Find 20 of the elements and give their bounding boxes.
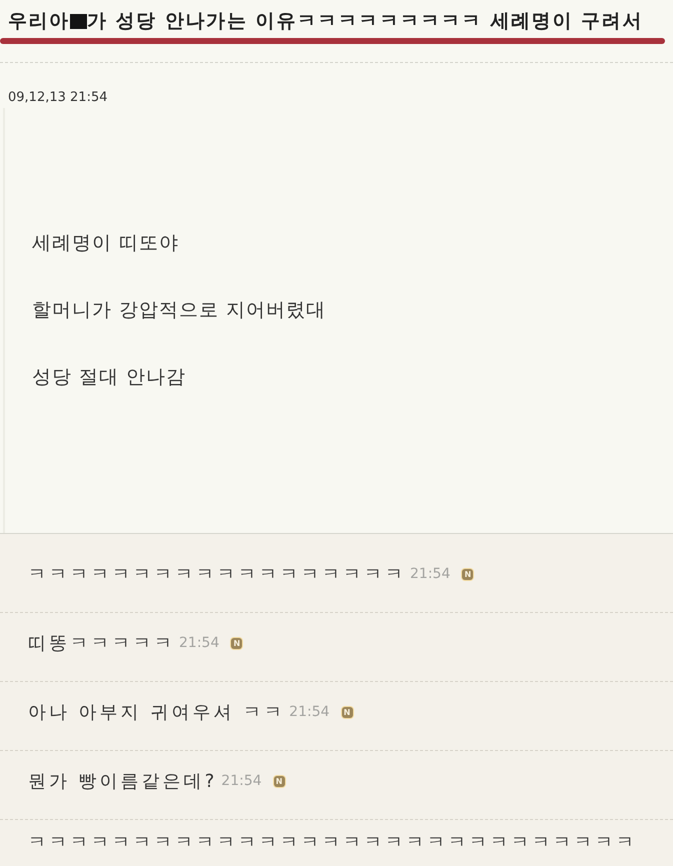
comment-time: 21:54 — [179, 635, 220, 651]
comment-text: 뭔가 빵이름같은데? — [28, 770, 218, 793]
comment-text: ㅋㅋㅋㅋㅋㅋㅋㅋㅋㅋㅋㅋㅋㅋㅋㅋㅋㅋ — [28, 563, 406, 586]
comment-time: 21:54 — [410, 566, 450, 582]
comment-text: 아나 아부지 귀여우셔 ㅋㅋ — [28, 701, 286, 724]
body-text: 할머니가 강압적으로 지어버렸대 — [32, 299, 326, 321]
new-badge: N — [274, 776, 285, 786]
post-title: 가 성당 안나가는 이유ㅋㅋㅋㅋㅋㅋㅋㅋㅋ 세례명이 구려서 — [86, 9, 643, 34]
censor-block-icon — [70, 14, 87, 28]
comment-text: 띠똥ㅋㅋㅋㅋㅋ — [28, 632, 175, 655]
new-badge: N — [342, 706, 353, 718]
new-badge: N — [231, 638, 242, 648]
new-badge: N — [462, 568, 474, 580]
post-title: 우리아 — [8, 9, 70, 34]
comment-time: 21:54 — [289, 704, 330, 720]
comment-time: 21:54 — [221, 773, 262, 789]
body-text: 세례명이 띠또야 — [32, 232, 180, 254]
body-text: 성당 절대 안나감 — [32, 366, 186, 388]
post-date: 09,12,13 21:54 — [8, 89, 108, 107]
comment-text: ㅋㅋㅋㅋㅋㅋㅋㅋㅋㅋㅋㅋㅋㅋㅋㅋㅋㅋㅋㅋㅋㅋㅋㅋㅋㅋㅋㅋㅋ — [28, 831, 637, 854]
